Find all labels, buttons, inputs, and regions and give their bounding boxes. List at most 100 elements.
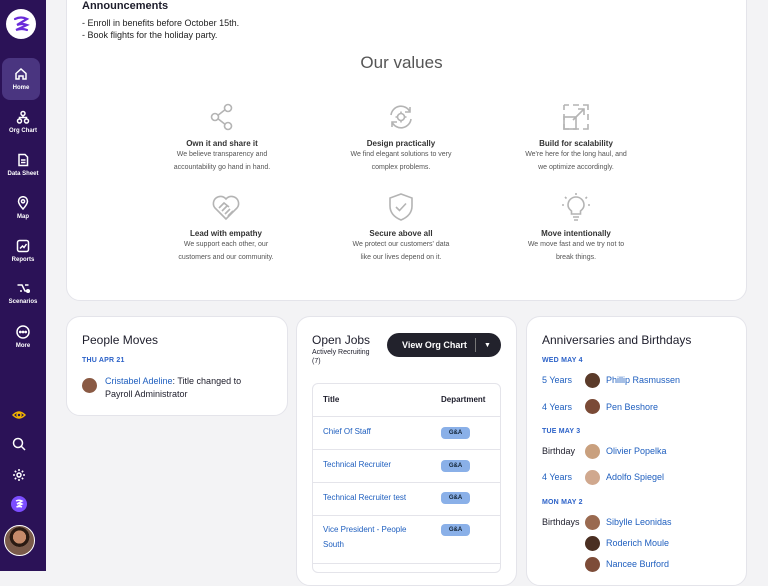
- event-kind[interactable]: 5 Years: [542, 375, 572, 385]
- nav-data-sheet[interactable]: Data Sheet: [0, 144, 46, 186]
- shield-icon: [386, 192, 416, 222]
- share-icon: [207, 102, 237, 132]
- people-moves-title: People Moves: [82, 333, 159, 347]
- table-row: [313, 563, 500, 572]
- column-header-title: Title: [323, 395, 340, 404]
- app-logo[interactable]: [6, 9, 36, 39]
- nav-label: Data Sheet: [7, 171, 39, 177]
- person-link[interactable]: Nancee Burford: [606, 559, 669, 569]
- values-title: Our values: [360, 53, 443, 72]
- avatar[interactable]: [585, 444, 600, 459]
- person-link[interactable]: Adolfo Spiegel: [606, 472, 664, 482]
- nav-org-chart[interactable]: Org Chart: [0, 101, 46, 143]
- job-title-link[interactable]: Vice President - People South: [323, 522, 406, 552]
- person-link[interactable]: Sibylle Leonidas: [606, 517, 672, 527]
- logo-icon: [13, 16, 30, 32]
- people-moves-card: [66, 316, 288, 416]
- event-date: TUE MAY 3: [542, 428, 581, 435]
- logo-small-icon: [15, 499, 24, 508]
- event-date: MON MAY 2: [542, 499, 583, 506]
- value-description: we optimize accordingly.: [538, 164, 614, 171]
- department-badge: G&A: [441, 524, 470, 536]
- open-jobs-title: Open Jobs: [312, 333, 371, 347]
- lightbulb-icon: [561, 192, 591, 222]
- person-link[interactable]: Cristabel Adeline: [105, 376, 173, 386]
- avatar[interactable]: [585, 470, 600, 485]
- department-badge: G&A: [441, 492, 470, 504]
- nav-label: Scenarios: [8, 299, 38, 305]
- divider: [475, 338, 476, 352]
- nav-scenarios[interactable]: Scenarios: [0, 272, 46, 314]
- value-item: Move intentionally We move fast and we t…: [501, 192, 651, 264]
- search-icon: [12, 437, 26, 451]
- document-icon: [18, 153, 29, 167]
- value-description: We protect our customers' data: [352, 241, 450, 248]
- scale-icon: [561, 102, 591, 132]
- job-title-link[interactable]: Chief Of Staff: [323, 424, 371, 439]
- value-description: We believe transparency and: [176, 151, 268, 158]
- department-badge: G&A: [441, 427, 470, 439]
- insights-button[interactable]: [11, 407, 27, 423]
- person-link[interactable]: Roderich Moule: [606, 538, 669, 548]
- value-item: Design practically We find elegant solut…: [326, 102, 476, 174]
- announcement-line: - Enroll in benefits before October 15th…: [82, 18, 240, 28]
- nav-label: Reports: [11, 257, 35, 263]
- value-description: We support each other, our: [183, 241, 269, 248]
- value-item: Build for scalability We're here for the…: [501, 102, 651, 174]
- chart-icon: [16, 239, 30, 253]
- person-link[interactable]: Olivier Popelka: [606, 446, 667, 456]
- person-link[interactable]: Pen Beshore: [606, 402, 658, 412]
- sidebar: Home Org Chart Data Sheet Map Reports Sc…: [0, 0, 46, 571]
- map-pin-icon: [17, 196, 29, 210]
- more-icon: [16, 325, 30, 339]
- gear-cycle-icon: [386, 102, 416, 132]
- move-text: : Title changed to: [172, 376, 242, 386]
- subtitle-line: Actively Recruiting: [312, 349, 370, 356]
- value-title: Lead with empathy: [189, 229, 262, 238]
- value-title: Secure above all: [369, 229, 433, 238]
- avatar[interactable]: [585, 557, 600, 572]
- value-description: customers and our community.: [178, 254, 274, 261]
- nav-label: Home: [12, 85, 30, 91]
- department-badge: G&A: [441, 460, 470, 472]
- event-kind[interactable]: 4 Years: [542, 472, 572, 482]
- value-description: We're here for the long haul, and: [525, 151, 627, 158]
- person-link[interactable]: Phillip Rasmussen: [606, 375, 680, 385]
- search-button[interactable]: [11, 436, 27, 452]
- brand-switch-button[interactable]: [11, 496, 27, 512]
- scenarios-icon: [17, 284, 30, 294]
- nav-label: More: [15, 343, 31, 349]
- job-title-link[interactable]: Technical Recruiter test: [323, 490, 406, 505]
- job-title-line: Vice President - People: [323, 525, 407, 534]
- value-title: Move intentionally: [541, 229, 611, 238]
- user-avatar[interactable]: [4, 525, 35, 556]
- nav-reports[interactable]: Reports: [0, 230, 46, 272]
- move-entry: Cristabel Adeline: Title changed to Payr…: [105, 375, 241, 401]
- avatar[interactable]: [82, 378, 97, 393]
- avatar[interactable]: [585, 536, 600, 551]
- chevron-down-icon[interactable]: ▼: [484, 342, 491, 349]
- value-description: break things.: [555, 254, 597, 261]
- gear-icon: [13, 469, 25, 481]
- view-org-chart-button[interactable]: View Org Chart ▼: [387, 333, 501, 357]
- value-description: complex problems.: [371, 164, 431, 171]
- subtitle-line: (7): [312, 358, 321, 365]
- announcements-title: Announcements: [82, 0, 169, 12]
- button-label: View Org Chart: [402, 340, 467, 350]
- value-description: We move fast and we try not to: [527, 241, 625, 248]
- nav-more[interactable]: More: [0, 316, 46, 358]
- avatar[interactable]: [585, 373, 600, 388]
- column-header-department: Department: [441, 395, 486, 404]
- nav-label: Org Chart: [8, 128, 37, 134]
- avatar[interactable]: [585, 515, 600, 530]
- settings-button[interactable]: [11, 467, 27, 483]
- value-description: accountability go hand in hand.: [173, 164, 271, 171]
- anniversaries-title: Anniversaries and Birthdays: [542, 333, 692, 347]
- event-kind: Birthday: [542, 446, 576, 456]
- nav-map[interactable]: Map: [0, 187, 46, 229]
- value-title: Design practically: [366, 139, 436, 148]
- event-kind[interactable]: 4 Years: [542, 402, 572, 412]
- avatar[interactable]: [585, 399, 600, 414]
- announcement-line: - Book flights for the holiday party.: [82, 30, 218, 40]
- job-title-link[interactable]: Technical Recruiter: [323, 457, 391, 472]
